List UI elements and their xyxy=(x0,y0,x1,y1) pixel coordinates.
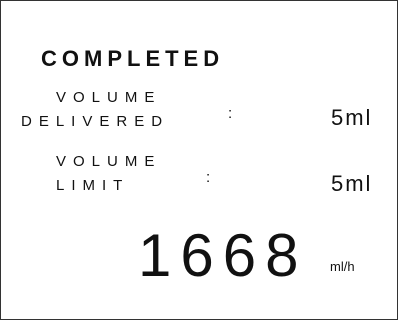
volume-delivered-separator: : xyxy=(228,105,233,122)
infusion-rate-unit: ml/h xyxy=(330,259,355,274)
volume-limit-label-line2: LIMIT xyxy=(56,177,130,194)
volume-delivered-value: 5ml xyxy=(331,105,373,130)
status-text: COMPLETED xyxy=(41,46,225,71)
volume-limit-value: 5ml xyxy=(331,171,373,196)
pump-display-screen: COMPLETED VOLUME DELIVERED : 5ml VOLUME … xyxy=(0,0,398,320)
infusion-rate-value: 1668 xyxy=(138,222,308,289)
volume-limit-separator: : xyxy=(206,169,211,186)
volume-delivered-label-line2: DELIVERED xyxy=(21,113,170,130)
volume-delivered-label-line1: VOLUME xyxy=(56,89,162,106)
volume-limit-label-line1: VOLUME xyxy=(56,153,162,170)
